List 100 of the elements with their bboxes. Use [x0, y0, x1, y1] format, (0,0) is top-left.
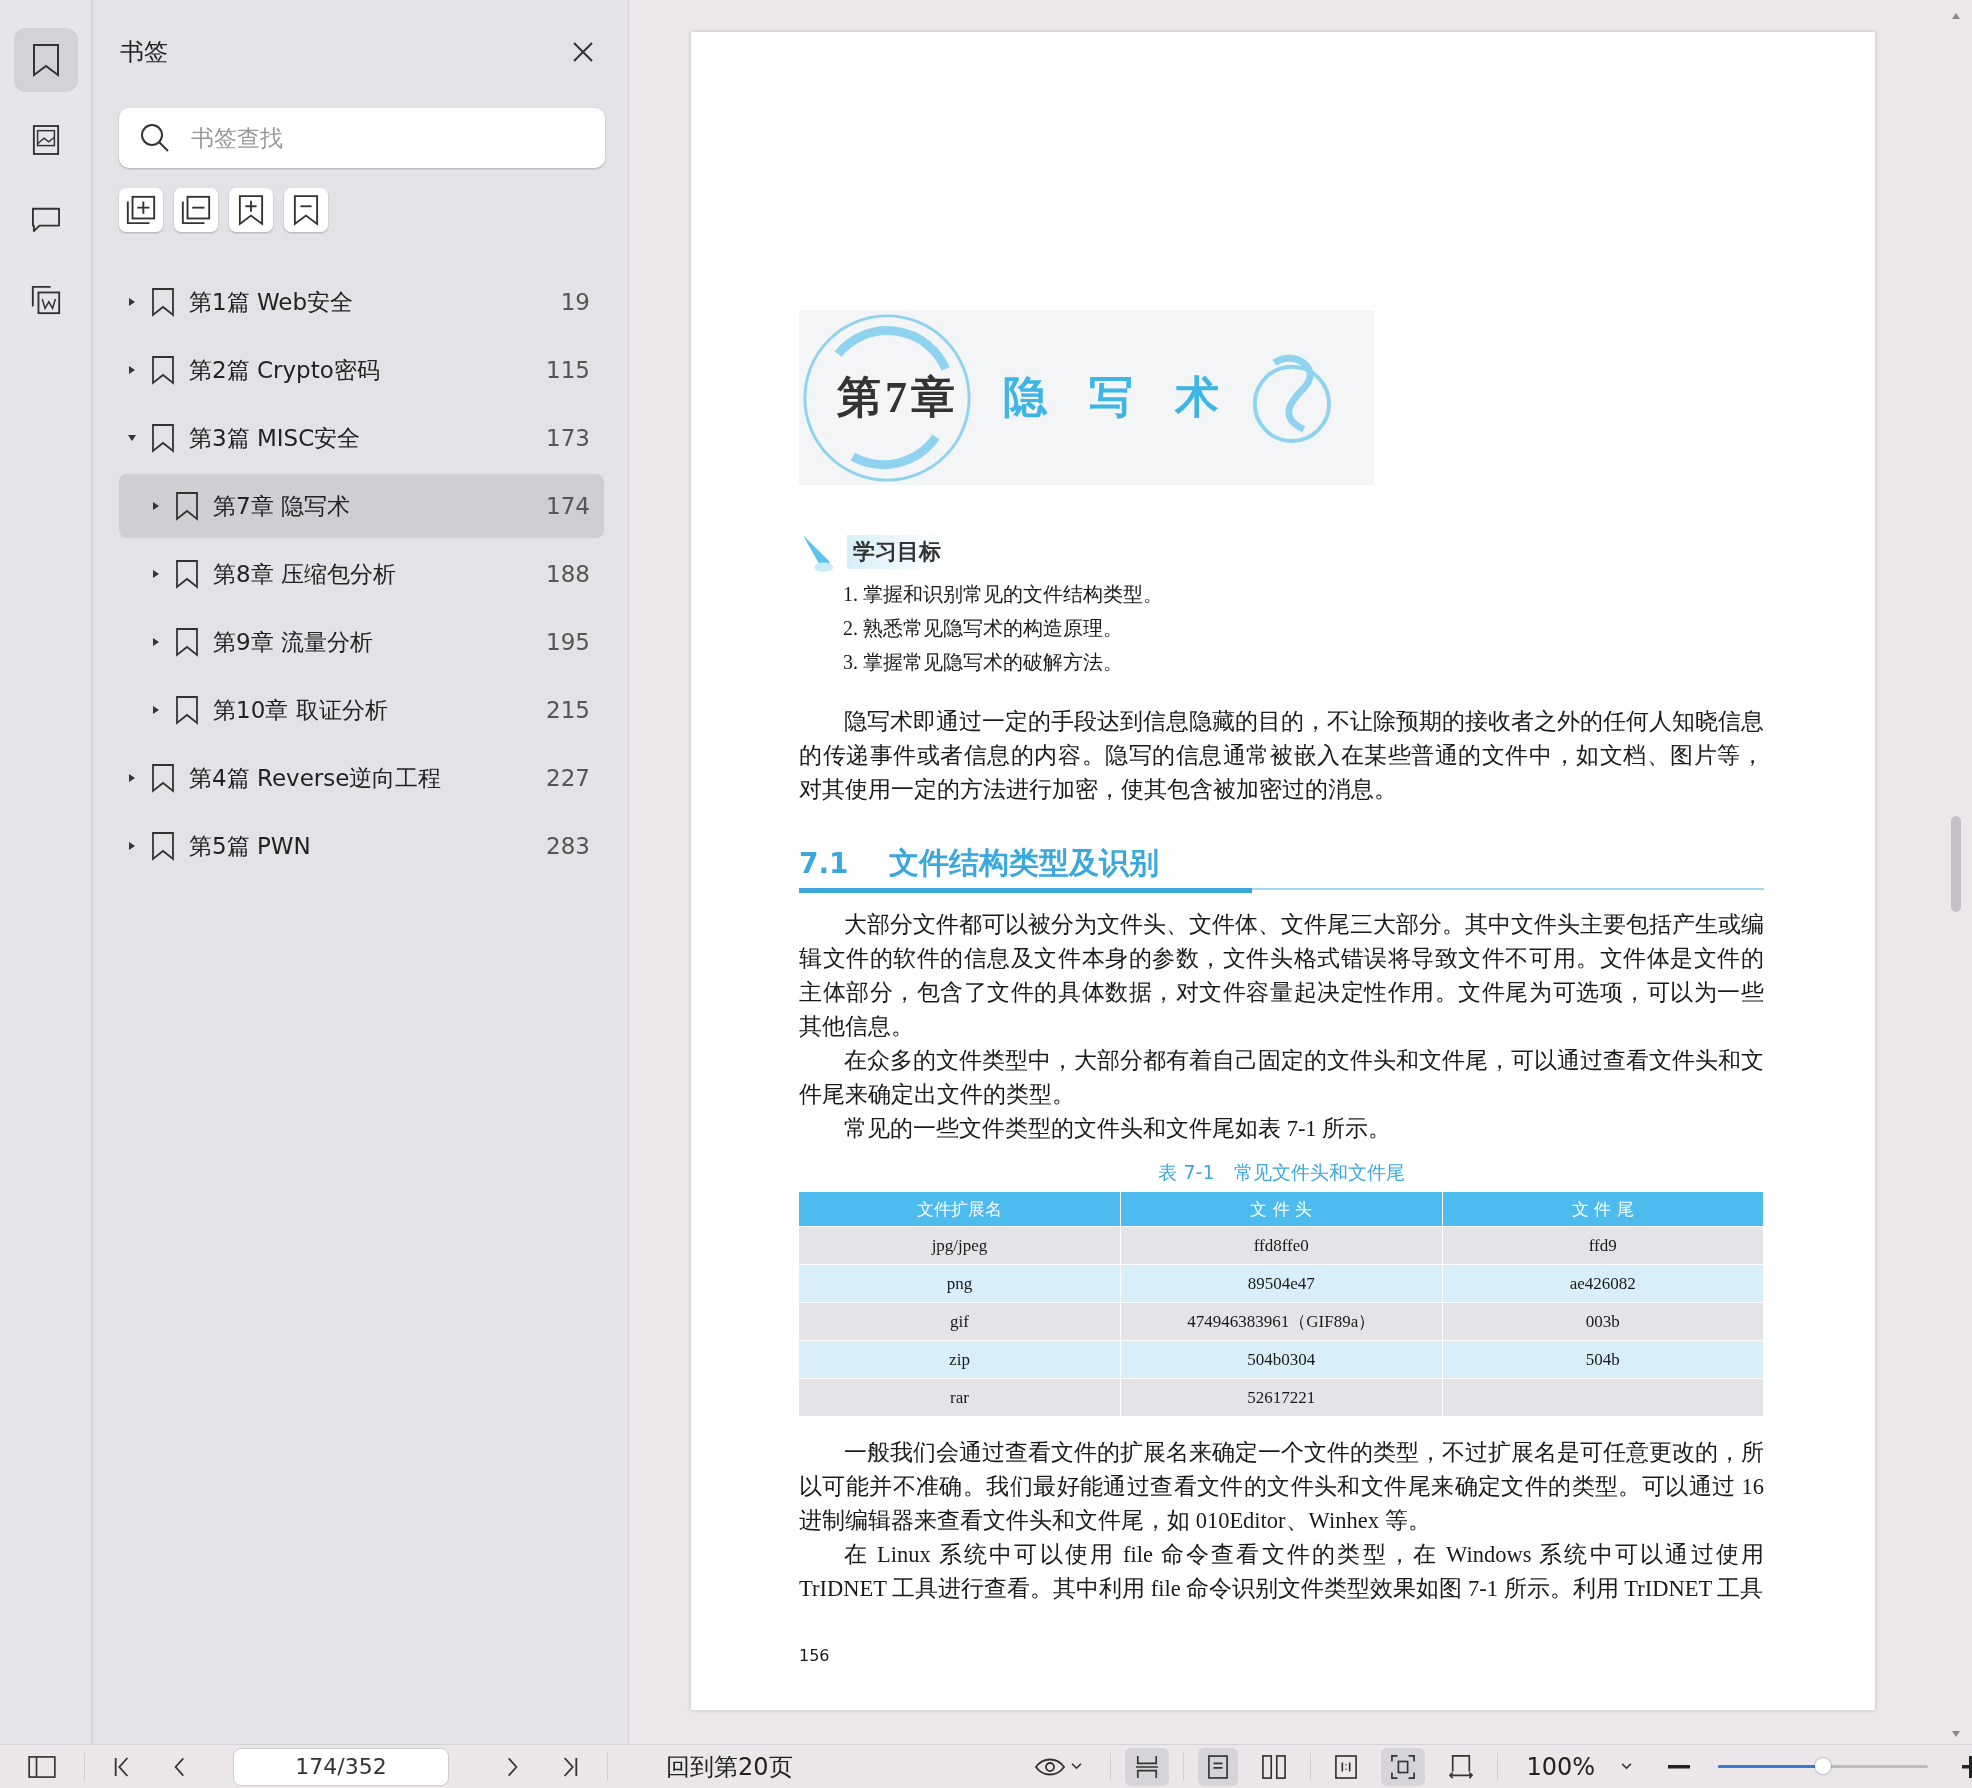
bookmark-plus-icon — [238, 194, 264, 226]
collapsed-arrow-icon[interactable] — [151, 705, 161, 715]
table-cell: 003b — [1442, 1302, 1764, 1341]
page-number: 156 — [799, 1646, 831, 1665]
table-cell: ffd9 — [1442, 1226, 1764, 1265]
bookmark-icon — [151, 423, 175, 453]
bookmark-icon — [175, 559, 199, 589]
table-cell: 474946383961（GIF89a） — [1120, 1302, 1442, 1341]
table-cell: gif — [799, 1302, 1121, 1341]
last-page-icon — [561, 1755, 579, 1778]
collapse-all-icon — [180, 194, 212, 226]
fit-width-icon — [1449, 1754, 1474, 1779]
scroll-up-icon[interactable] — [1951, 12, 1961, 20]
table-cell: ffd8ffe0 — [1120, 1226, 1442, 1265]
collapsed-arrow-icon[interactable] — [151, 637, 161, 647]
column-header: 文 件 尾 — [1442, 1192, 1764, 1227]
section-number: 7.1 — [799, 847, 849, 880]
bookmark-item[interactable]: 第7章 隐写术 174 — [119, 474, 604, 538]
panel-title: 书签 — [119, 37, 168, 68]
chevron-right-icon — [507, 1755, 519, 1778]
bookmark-item[interactable]: 第8章 压缩包分析 188 — [119, 542, 604, 606]
body-paragraph: 隐写术即通过一定的手段达到信息隐藏的目的，不让除预期的接收者之外的任何人知晓信息的传递事件或者信息的内容。隐写的信息通常被嵌入在某些普通的文件中，如文档、图片等，对其使用一定的方法进行加密，使其包含被加密过的消息。 — [799, 708, 1764, 804]
bookmark-item[interactable]: 第3篇 MISC安全 173 — [119, 406, 604, 470]
scroll-down-icon[interactable] — [1951, 1730, 1961, 1738]
chapter-number: 第7章 — [837, 372, 959, 424]
actual-size-icon — [1335, 1754, 1358, 1779]
caret-icon — [1621, 1763, 1632, 1770]
bookmark-minus-icon — [293, 194, 319, 226]
expand-all-button[interactable] — [119, 188, 163, 232]
objective-item: 3. 掌握常见隐写术的破解方法。 — [843, 650, 1124, 675]
bookmark-icon — [175, 491, 199, 521]
bookmark-icon — [175, 627, 199, 657]
search-field[interactable]: 书签查找 — [119, 108, 605, 168]
expanded-arrow-icon[interactable] — [127, 433, 137, 443]
column-header: 文件扩展名 — [799, 1192, 1121, 1227]
bookmark-item[interactable]: 第9章 流量分析 195 — [119, 610, 604, 674]
expand-all-icon — [125, 194, 157, 226]
sidebar-icon — [28, 1755, 56, 1778]
table-cell: 504b — [1442, 1340, 1764, 1379]
chevron-left-icon — [173, 1755, 185, 1778]
two-page-icon — [1262, 1754, 1287, 1779]
bookmark-item[interactable]: 第2篇 Crypto密码 115 — [119, 338, 604, 402]
close-button[interactable] — [572, 41, 594, 63]
body-paragraph: 在 Linux 系统中可以使用 file 命令查看文件的类型，在 Windows 系统中可以通过使用 TrIDNET 工具进行查看。其中利用 file 命令识别文件类型效果如图 7-1 所示。利用 TrIDNET 工具 — [799, 1541, 1764, 1603]
collapsed-arrow-icon[interactable] — [127, 365, 137, 375]
page-gap-icon — [1135, 1754, 1160, 1779]
body-paragraph: 常见的一些文件类型的文件头和文件尾如表 7-1 所示。 — [843, 1115, 1393, 1143]
column-header: 文 件 头 — [1120, 1192, 1442, 1227]
bookmark-icon — [151, 831, 175, 861]
bookmark-item[interactable]: 第1篇 Web安全 19 — [119, 270, 604, 334]
collapsed-arrow-icon[interactable] — [127, 773, 137, 783]
collapsed-arrow-icon[interactable] — [151, 569, 161, 579]
table-cell: ae426082 — [1442, 1264, 1764, 1303]
document-stack-icon — [29, 284, 62, 316]
bookmark-icon — [151, 355, 175, 385]
add-bookmark-button[interactable] — [229, 188, 273, 232]
page-number-field[interactable]: 174/352 — [233, 1747, 449, 1786]
section-title: 文件结构类型及识别 — [888, 844, 1159, 882]
fit-page-button[interactable] — [1381, 1747, 1426, 1786]
remove-bookmark-button[interactable] — [284, 188, 328, 232]
plus-icon — [1962, 1755, 1972, 1778]
bookmark-item[interactable]: 第4篇 Reverse逆向工程 227 — [119, 746, 604, 810]
table-cell: rar — [799, 1378, 1121, 1416]
table-cell: 504b0304 — [1120, 1340, 1442, 1379]
zoom-dropdown[interactable]: 100% — [1512, 1752, 1640, 1781]
table-cell: 52617221 — [1120, 1378, 1442, 1416]
collapsed-arrow-icon[interactable] — [151, 501, 161, 511]
table-caption: 表 7-1 常见文件头和文件尾 — [1157, 1160, 1406, 1185]
bookmarks-tab[interactable] — [13, 28, 78, 92]
go-to-page-link[interactable]: 回到第20页 — [662, 1750, 797, 1783]
bookmark-icon — [30, 43, 61, 77]
bookmark-icon — [175, 695, 199, 725]
continuous-scroll-button[interactable] — [1125, 1747, 1170, 1786]
bookmark-item[interactable]: 第10章 取证分析 215 — [119, 678, 604, 742]
body-paragraph: 在众多的文件类型中，大部分都有着自己固定的文件头和文件尾，可以通过查看文件头和文件尾来确定出文件的类型。 — [799, 1047, 1764, 1109]
image-icon — [31, 124, 60, 156]
bookmark-icon — [151, 763, 175, 793]
collapse-all-button[interactable] — [174, 188, 218, 232]
objective-item: 1. 掌握和识别常见的文件结构类型。 — [843, 582, 1164, 607]
single-page-icon — [1208, 1754, 1229, 1779]
collapsed-arrow-icon[interactable] — [127, 297, 137, 307]
eye-icon — [1035, 1756, 1066, 1777]
bookmark-item[interactable]: 第5篇 PWN 283 — [119, 814, 604, 878]
fit-page-icon — [1391, 1754, 1416, 1779]
minus-icon — [1668, 1764, 1690, 1769]
close-icon — [572, 41, 594, 63]
table-cell: png — [799, 1264, 1121, 1303]
chapter-title: 隐写术 — [1003, 372, 1261, 424]
first-page-icon — [113, 1755, 131, 1778]
single-page-button[interactable] — [1198, 1747, 1239, 1786]
scrollbar-thumb[interactable] — [1951, 816, 1961, 912]
bookmark-icon — [151, 287, 175, 317]
slider-thumb[interactable] — [1815, 1757, 1831, 1774]
collapsed-arrow-icon[interactable] — [127, 841, 137, 851]
search-icon — [139, 122, 171, 154]
table-cell: 89504e47 — [1120, 1264, 1442, 1303]
body-paragraph: 一般我们会通过查看文件的扩展名来确定一个文件的类型，不过扩展名是可任意更改的，所以可能并不准确。我们最好能通过查看文件的文件头和文件尾来确定文件的类型。可以通过 16 进制编辑器来查看文件头和文件尾，如 010Editor、Winhex 等。 — [799, 1439, 1764, 1535]
table-cell: zip — [799, 1340, 1121, 1379]
comment-icon — [29, 206, 62, 234]
table-cell: jpg/jpeg — [799, 1226, 1121, 1265]
